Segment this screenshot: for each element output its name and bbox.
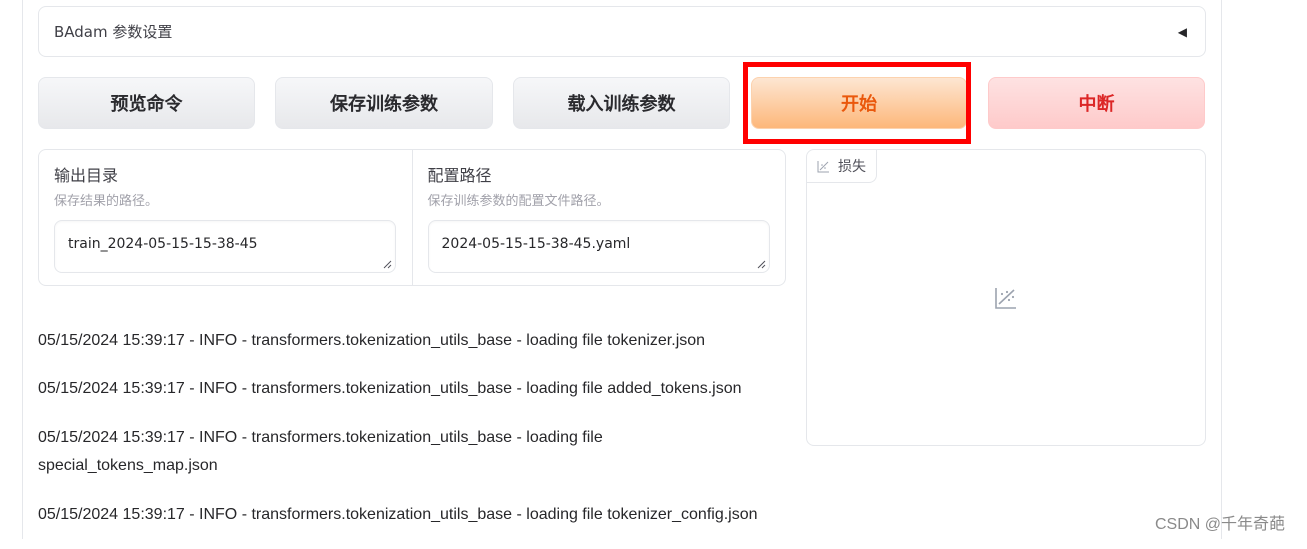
accordion-title: BAdam 参数设置 [54,23,173,41]
load-args-button[interactable]: 载入训练参数 [513,77,730,129]
log-line: 05/15/2024 15:39:17 - INFO - transformer… [38,429,603,474]
badam-accordion-header[interactable]: BAdam 参数设置 ◀ [38,6,1206,57]
empty-plot-icon [995,288,1016,309]
config-path-info: 保存训练参数的配置文件路径。 [427,194,610,209]
config-path-input[interactable]: 2024-05-15-15-38-45.yaml [427,220,770,273]
resize-handle-icon[interactable] [757,260,766,269]
output-dir-info: 保存结果的路径。 [54,194,159,209]
log-line: 05/15/2024 15:39:17 - INFO - transformer… [38,506,758,523]
loss-plot-label: 损失 [807,150,877,183]
preview-command-button[interactable]: 预览命令 [38,77,255,129]
save-args-button[interactable]: 保存训练参数 [275,77,493,129]
resize-handle-icon[interactable] [383,260,392,269]
output-dir-value: train_2024-05-15-15-38-45 [68,236,258,252]
abort-button[interactable]: 中断 [988,77,1205,129]
log-line: 05/15/2024 15:39:17 - INFO - transformer… [38,332,706,349]
chart-icon [817,160,829,172]
config-path-field: 配置路径 保存训练参数的配置文件路径。 2024-05-15-15-38-45.… [411,150,786,285]
output-settings-panel: 输出目录 保存结果的路径。 train_2024-05-15-15-38-45 … [38,149,786,286]
highlight-annotation-box [743,62,971,144]
csdn-watermark: CSDN @千年奇葩 [1155,516,1286,533]
config-path-value: 2024-05-15-15-38-45.yaml [441,236,631,252]
output-dir-label: 输出目录 [54,166,119,185]
training-log: 05/15/2024 15:39:17 - INFO - transformer… [38,327,798,549]
log-line: 05/15/2024 15:39:17 - INFO - transformer… [38,380,742,397]
loss-plot-panel: 损失 [806,149,1206,446]
output-dir-input[interactable]: train_2024-05-15-15-38-45 [54,220,396,273]
output-dir-field: 输出目录 保存结果的路径。 train_2024-05-15-15-38-45 [39,150,412,285]
loss-plot-title: 损失 [838,159,866,175]
collapse-caret-icon[interactable]: ◀ [1178,25,1187,39]
config-path-label: 配置路径 [427,166,492,185]
